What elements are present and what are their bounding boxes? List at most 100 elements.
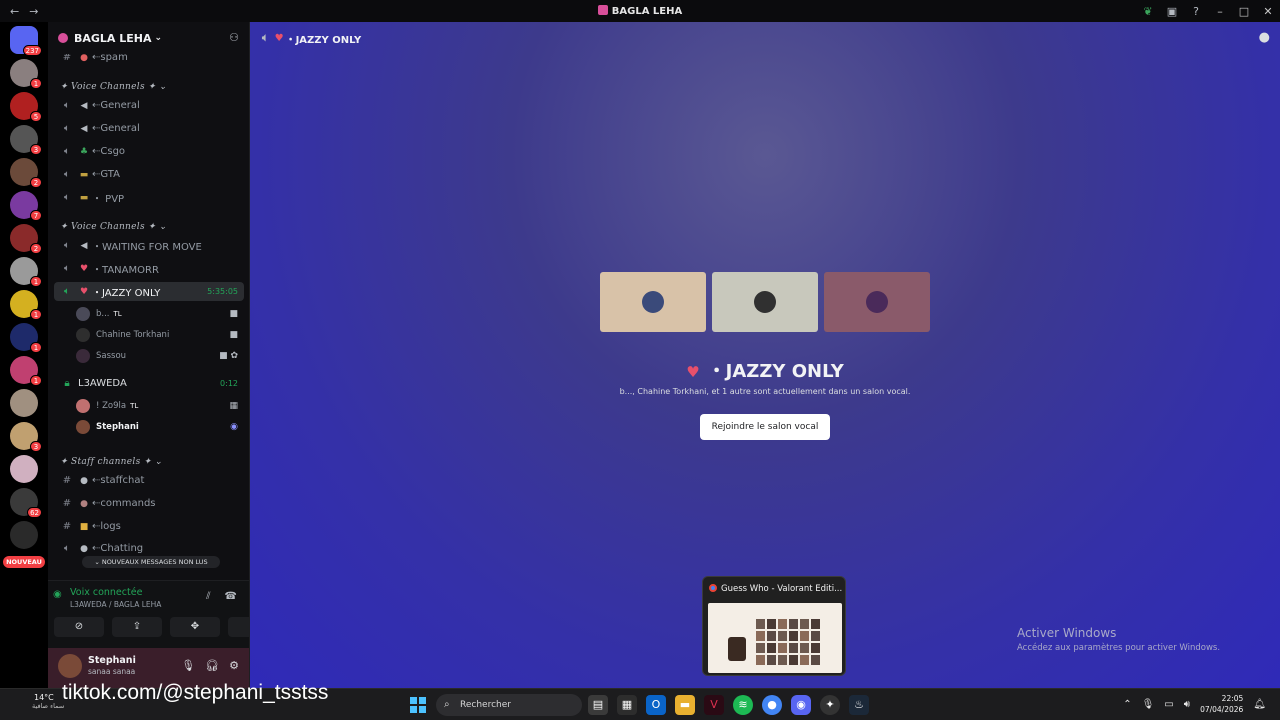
camera-off-button[interactable]: ⊘ bbox=[54, 617, 104, 637]
preview-card bbox=[789, 643, 798, 653]
disconnect-icon[interactable]: ☎ bbox=[225, 591, 237, 602]
activities-button[interactable]: ✥ bbox=[170, 617, 220, 637]
server-icon[interactable]: 1 bbox=[10, 290, 42, 320]
user-tag: TL bbox=[130, 402, 139, 410]
network-icon[interactable]: ▭ bbox=[1164, 699, 1173, 710]
activity-icon: ▦ bbox=[229, 401, 238, 411]
channel-spam[interactable]: # ● ⇠spam bbox=[54, 54, 244, 67]
lock-icon: 🔒︎ bbox=[64, 378, 70, 389]
channel-emoji: ▬ bbox=[79, 169, 89, 180]
server-icon[interactable]: 2 bbox=[10, 158, 42, 188]
channel-emoji: ♥ bbox=[79, 286, 89, 297]
signal-icon[interactable]: ◉ bbox=[53, 589, 62, 600]
channel-emoji: ◀ bbox=[80, 240, 88, 251]
server-icon[interactable]: 2 bbox=[10, 224, 42, 254]
voice-channel-jazzy-only[interactable]: 🔈︎ ♥ ・JAZZY ONLY 5:35:05 bbox=[54, 282, 244, 301]
channel-logs[interactable]: # ■ ⇠logs bbox=[54, 517, 244, 536]
voice-channel-tanamorr[interactable]: 🔈︎ ♥ ・TANAMORR bbox=[54, 259, 244, 278]
channel-staffchat[interactable]: # ● ⇠staffchat bbox=[54, 471, 244, 490]
server-icon[interactable] bbox=[10, 389, 38, 417]
windows-start-icon[interactable] bbox=[410, 697, 426, 713]
server-icon[interactable]: 5 bbox=[10, 92, 42, 122]
channel-commands[interactable]: # ● ⇠commands bbox=[54, 494, 244, 513]
server-icon[interactable]: 237 bbox=[10, 26, 42, 56]
participant-tile[interactable] bbox=[824, 272, 930, 332]
server-icon[interactable]: 62 bbox=[10, 488, 42, 518]
noise-suppression-icon[interactable]: ⫽ bbox=[206, 591, 210, 602]
file-explorer-icon[interactable]: ▬ bbox=[675, 695, 695, 715]
volume-icon[interactable]: 🔊︎ bbox=[1184, 699, 1190, 710]
outlook-icon[interactable]: O bbox=[646, 695, 666, 715]
taskbar-thumbnail[interactable]: Guess Who - Valorant Editi... bbox=[702, 576, 846, 676]
chrome-icon[interactable]: ● bbox=[762, 695, 782, 715]
steam-icon[interactable]: ♨ bbox=[849, 695, 869, 715]
server-icon[interactable] bbox=[10, 521, 38, 549]
chat-bubble-icon[interactable]: ● bbox=[1259, 30, 1270, 45]
chevron-up-icon[interactable]: ⌃ bbox=[1123, 699, 1131, 710]
voice-user[interactable]: Sassou ■ ✿ bbox=[76, 347, 242, 365]
unread-messages-button[interactable]: ⌄ NOUVEAUX MESSAGES NON LUS bbox=[82, 556, 220, 568]
voice-channel-waiting-for-move[interactable]: 🔈︎ ◀ ・WAITING FOR MOVE bbox=[54, 236, 244, 255]
server-icon[interactable]: 1 bbox=[10, 356, 42, 386]
voice-channel-general-1[interactable]: 🔈︎ ◀ ⇠General bbox=[54, 96, 244, 115]
category-staff-channels[interactable]: ✦ Staff channels ✦ ⌄ bbox=[60, 457, 163, 467]
voice-channel-pvp[interactable]: 🔈︎ ▬ ・ PVP bbox=[54, 188, 244, 207]
voice-user-self[interactable]: Stephani ◉ bbox=[76, 418, 242, 436]
app-icon[interactable]: V bbox=[704, 695, 724, 715]
voice-channel-general-2[interactable]: 🔈︎ ◀ ⇠General bbox=[54, 119, 244, 138]
preview-card bbox=[811, 631, 820, 641]
store-icon[interactable]: ▦ bbox=[617, 695, 637, 715]
thumbnail-preview bbox=[708, 603, 842, 673]
voice-channel-l3aweda[interactable]: 🔒︎ L3AWEDA 0:12 bbox=[54, 374, 244, 393]
voice-status[interactable]: Voix connectée bbox=[70, 587, 142, 598]
voice-user[interactable]: b... TL ■ bbox=[76, 305, 242, 323]
task-view-icon[interactable]: ▤ bbox=[588, 695, 608, 715]
server-icon[interactable]: 3 bbox=[10, 422, 42, 452]
category-voice-channels-2[interactable]: ✦ Voice Channels ✦ ⌄ bbox=[60, 222, 167, 232]
settings-gear-icon[interactable]: ⚙ bbox=[229, 659, 239, 672]
voice-location[interactable]: L3AWEDA / BAGLA LEHA bbox=[70, 600, 161, 609]
server-icon[interactable]: 1 bbox=[10, 257, 42, 287]
maximize-button[interactable]: □ bbox=[1232, 5, 1256, 18]
taskbar-search[interactable]: ⌕ Rechercher bbox=[436, 694, 582, 716]
participant-tile[interactable] bbox=[600, 272, 706, 332]
forward-arrow-icon[interactable]: → bbox=[29, 5, 38, 18]
discord-icon[interactable]: ◉ bbox=[791, 695, 811, 715]
server-icon[interactable]: 1 bbox=[10, 59, 42, 89]
category-voice-channels[interactable]: ✦ Voice Channels ✦ ⌄ bbox=[60, 82, 167, 92]
app-icon-2[interactable]: ✦ bbox=[820, 695, 840, 715]
voice-channel-gta[interactable]: 🔈︎ ▬ ⇠GTA bbox=[54, 165, 244, 184]
server-icon[interactable]: 1 bbox=[10, 323, 42, 353]
clock[interactable]: 22:05 07/04/2026 bbox=[1200, 693, 1243, 715]
participant-tile[interactable] bbox=[712, 272, 818, 332]
spotify-icon[interactable]: ≋ bbox=[733, 695, 753, 715]
leaf-icon[interactable]: ❦ bbox=[1136, 5, 1160, 18]
voice-user[interactable]: ! Zo9la TL ▦ bbox=[76, 397, 242, 415]
server-icon[interactable] bbox=[10, 455, 38, 483]
minimize-button[interactable]: – bbox=[1208, 5, 1232, 18]
weather-widget[interactable]: 14°C سماء صافية bbox=[14, 693, 64, 710]
inbox-icon[interactable]: ▣ bbox=[1160, 5, 1184, 18]
guild-header[interactable]: BAGLA LEHA ⌄ ⚇ bbox=[48, 22, 249, 54]
microphone-icon[interactable]: 🎙︎ bbox=[181, 659, 195, 672]
avatar bbox=[642, 291, 664, 313]
server-icon[interactable]: 7 bbox=[10, 191, 42, 221]
server-icon[interactable]: 3 bbox=[10, 125, 42, 155]
voice-channel-csgo[interactable]: 🔈︎ ♣ ⇠Csgo bbox=[54, 142, 244, 161]
close-button[interactable]: ✕ bbox=[1256, 5, 1280, 18]
user-name[interactable]: Stephani bbox=[88, 655, 136, 666]
avatar[interactable] bbox=[58, 654, 82, 678]
channel-emoji: ● bbox=[80, 498, 88, 509]
join-voice-button[interactable]: Rejoindre le salon vocal bbox=[700, 414, 830, 440]
microphone-icon[interactable]: 🎙︎ bbox=[1142, 699, 1155, 710]
preview-grid bbox=[756, 619, 820, 665]
help-icon[interactable]: ? bbox=[1184, 5, 1208, 18]
notification-bell-icon[interactable]: 🔔︎ bbox=[1253, 699, 1266, 710]
add-member-icon[interactable]: ⚇ bbox=[229, 31, 239, 44]
screen-share-button[interactable]: ⇪ bbox=[112, 617, 162, 637]
headphones-icon[interactable]: 🎧︎ bbox=[205, 659, 219, 672]
back-arrow-icon[interactable]: ← bbox=[10, 5, 19, 18]
gamepad-icon: ◉ bbox=[230, 422, 238, 432]
voice-user[interactable]: Chahine Torkhani ■ bbox=[76, 326, 242, 344]
new-badge[interactable]: NOUVEAU bbox=[3, 556, 45, 568]
